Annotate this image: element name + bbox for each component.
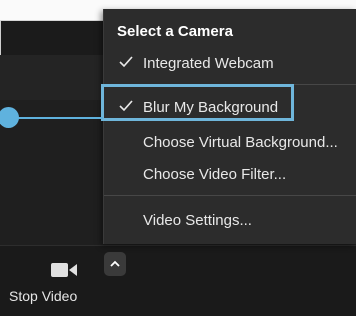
zoom-window: Stop Video Select a Camera Integrated We… — [0, 0, 356, 316]
toolbar-divider — [0, 245, 356, 246]
stop-video-label: Stop Video — [9, 288, 78, 304]
menu-separator — [104, 195, 356, 196]
highlight-box — [101, 84, 294, 121]
chevron-up-icon — [110, 260, 120, 267]
video-options-button[interactable] — [104, 252, 126, 276]
menu-item-video-filter[interactable]: Choose Video Filter... — [104, 160, 356, 190]
menu-item-integrated-webcam[interactable]: Integrated Webcam — [104, 49, 356, 79]
menu-item-virtual-background[interactable]: Choose Virtual Background... — [104, 128, 356, 158]
camera-menu: Select a Camera Integrated Webcam Blur M… — [103, 9, 356, 244]
video-camera-icon — [51, 263, 77, 277]
meeting-toolbar: Stop Video — [0, 245, 356, 316]
menu-item-video-settings[interactable]: Video Settings... — [104, 206, 356, 236]
menu-item-label: Video Settings... — [143, 212, 252, 229]
callout-line — [18, 117, 103, 119]
menu-item-label: Choose Video Filter... — [143, 166, 287, 183]
menu-item-label: Integrated Webcam — [143, 55, 274, 72]
menu-item-label: Choose Virtual Background... — [143, 134, 338, 151]
menu-header: Select a Camera — [117, 23, 233, 40]
participant-strip — [0, 55, 105, 100]
checkmark-icon — [119, 56, 133, 68]
